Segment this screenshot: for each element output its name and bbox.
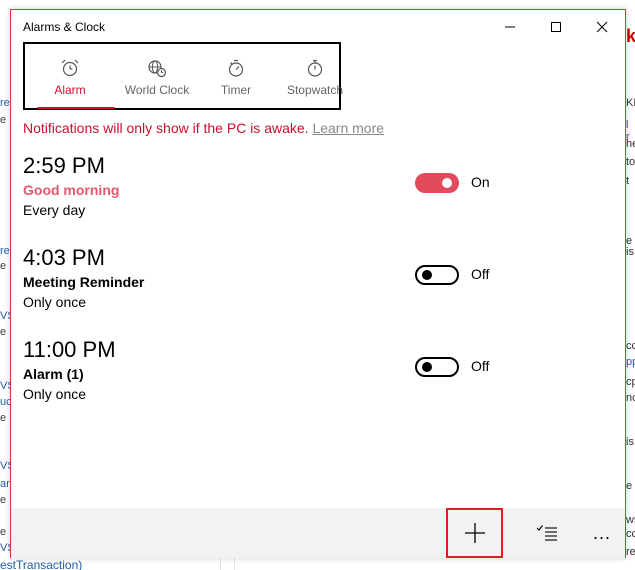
awake-notice: Notifications will only show if the PC i… [23, 120, 384, 136]
more-options-label: ... [592, 522, 611, 543]
tab-stopwatch-label: Stopwatch [286, 83, 344, 97]
alarm-clock-icon [61, 59, 79, 77]
background-text: he [626, 138, 635, 150]
background-text: KE [626, 97, 635, 109]
background-text: to [626, 156, 635, 168]
background-text: ws [626, 514, 635, 526]
alarm-name: Good morning [23, 182, 120, 198]
background-text: cc [626, 528, 635, 540]
stopwatch-icon [307, 59, 323, 77]
background-text: e [0, 114, 7, 126]
tab-timer[interactable]: Timer [196, 44, 276, 108]
alarm-item[interactable]: 11:00 PM Alarm (1) Only once Off [23, 337, 613, 417]
learn-more-link[interactable]: Learn more [312, 120, 384, 136]
timer-icon [228, 59, 244, 77]
tab-bar: Alarm World Clock Timer Stopwatch [23, 42, 343, 110]
window-title: Alarms & Clock [23, 20, 106, 34]
plus-icon [464, 523, 485, 543]
background-text: nc [626, 392, 635, 404]
minimize-button[interactable] [487, 10, 533, 44]
background-text: estTransaction) [0, 558, 83, 570]
tab-world-clock[interactable]: World Clock [117, 44, 197, 108]
background-text: e [626, 480, 633, 492]
title-bar[interactable]: Alarms & Clock [11, 10, 625, 44]
notice-text: Notifications will only show if the PC i… [23, 120, 309, 136]
add-alarm-button[interactable] [446, 508, 503, 558]
alarm-name: Alarm (1) [23, 366, 84, 382]
active-tab-indicator [37, 107, 115, 109]
background-text: e [0, 494, 7, 506]
tab-alarm-label: Alarm [54, 83, 86, 97]
toggle-knob [442, 178, 452, 188]
alarm-repeat: Every day [23, 202, 86, 218]
close-icon [596, 21, 608, 33]
tab-stopwatch[interactable]: Stopwatch [275, 44, 355, 108]
toggle-knob [422, 362, 432, 372]
background-text: re [626, 546, 635, 558]
command-bar: ... [11, 508, 625, 558]
background-text: e [0, 260, 7, 272]
background-text: t [626, 175, 630, 187]
background-text: cp [626, 376, 635, 388]
toggle-state-label: On [471, 174, 490, 190]
background-text: pp [626, 356, 635, 368]
alarms-clock-window: Alarms & Clock Alarm World Clock Timer S… [10, 9, 626, 558]
minimize-icon [505, 26, 515, 28]
background-text: re [0, 97, 10, 109]
background-text: e [0, 412, 7, 424]
tab-alarm[interactable]: Alarm [30, 44, 110, 108]
tab-world-clock-label: World Clock [124, 83, 190, 97]
background-text: is [626, 436, 634, 448]
select-alarms-button[interactable] [524, 508, 570, 558]
background-text: is [626, 246, 634, 258]
alarm-repeat: Only once [23, 386, 87, 402]
alarm-repeat: Only once [23, 294, 87, 310]
checklist-icon [536, 525, 557, 541]
alarm-item[interactable]: 2:59 PM Good morning Every day On [23, 153, 613, 233]
alarm-toggle[interactable] [415, 357, 459, 377]
alarm-time: 4:03 PM [23, 245, 105, 270]
background-text: cc [626, 340, 635, 352]
alarm-time: 2:59 PM [23, 153, 105, 178]
toggle-state-label: Off [471, 266, 490, 282]
alarm-item[interactable]: 4:03 PM Meeting Reminder Only once Off [23, 245, 613, 325]
alarm-toggle[interactable] [415, 173, 459, 193]
world-clock-icon [148, 60, 167, 78]
more-options-button[interactable]: ... [579, 508, 625, 558]
alarm-name: Meeting Reminder [23, 274, 145, 290]
background-text: e [0, 326, 7, 338]
tab-timer-label: Timer [220, 83, 252, 97]
maximize-icon [551, 22, 561, 32]
maximize-button[interactable] [533, 10, 579, 44]
background-text: e [0, 526, 7, 538]
alarm-toggle[interactable] [415, 265, 459, 285]
close-button[interactable] [579, 10, 625, 44]
background-text: re [0, 245, 10, 257]
toggle-state-label: Off [471, 358, 490, 374]
background-text: k [626, 26, 635, 46]
toggle-knob [422, 270, 432, 280]
alarm-time: 11:00 PM [23, 337, 116, 362]
